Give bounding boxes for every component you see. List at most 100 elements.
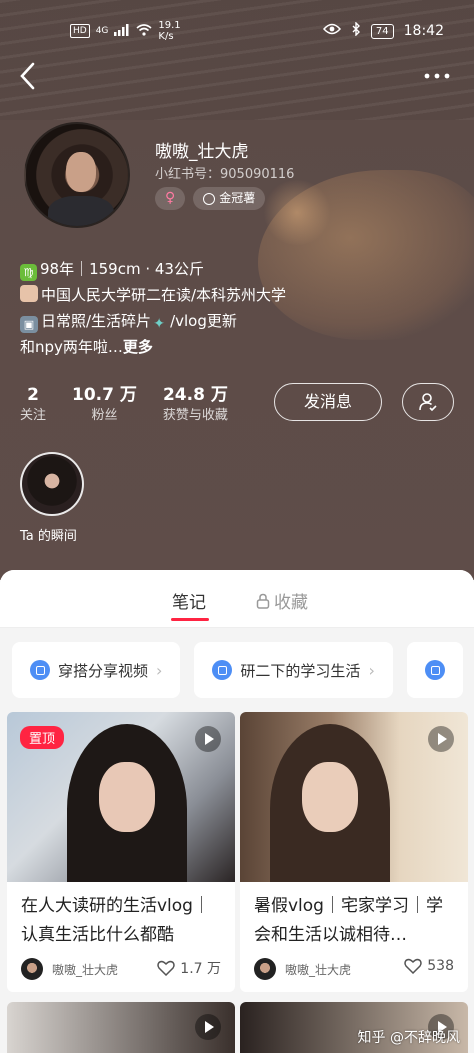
sparkle-emoji-icon: ✦ — [153, 316, 165, 332]
stat-label: 粉丝 — [91, 408, 118, 423]
heart-icon — [157, 960, 176, 976]
like-button[interactable]: 538 — [404, 958, 454, 974]
play-icon — [428, 726, 454, 752]
girl-emoji-icon — [20, 285, 38, 302]
profile-header: HD 4G 19.1 K/s 74 18:42 嗷嗷_壮大虎 小红书号：9050… — [0, 0, 474, 580]
cat-head-image — [262, 180, 332, 245]
redbook-id[interactable]: 小红书号：905090116 — [155, 163, 294, 182]
collection-icon — [424, 660, 445, 680]
profile-tags: ♀ 金冠薯 — [155, 187, 266, 210]
wifi-icon — [136, 23, 152, 39]
note-title: 在人大读研的生活vlog｜认真生活比什么都酷 — [21, 896, 210, 945]
notes-panel: 笔记 收藏 穿搭分享视频 › 研二下的学习生活 › 置顶 在人大读研的生活vlo… — [0, 570, 474, 1053]
follow-button[interactable] — [402, 383, 454, 421]
like-count: 538 — [427, 958, 454, 974]
author-avatar — [21, 958, 43, 980]
battery-icon: 74 — [370, 23, 394, 39]
profile-avatar[interactable] — [24, 122, 130, 228]
bio-line-3-text-a: 日常照/生活碎片 — [41, 312, 152, 330]
tab-collect[interactable]: 收藏 — [256, 588, 308, 613]
level-badge[interactable]: 金冠薯 — [193, 187, 266, 210]
moment-thumbnail[interactable] — [20, 452, 84, 516]
medal-icon — [203, 192, 216, 205]
bio-more-link[interactable]: 更多 — [123, 338, 153, 356]
bio-line-3: ▣ 日常照/生活碎片 ✦ /vlog更新 — [20, 308, 286, 334]
bio-line-1: ♍ 98年｜159cm · 43公斤 — [20, 256, 286, 282]
network-indicator: 4G — [95, 26, 109, 36]
stat-likes-collects[interactable]: 24.8 万 获赞与收藏 — [163, 384, 228, 426]
author-avatar — [254, 958, 276, 980]
note-cover-image — [240, 712, 468, 882]
stat-value: 24.8 万 — [162, 385, 228, 405]
hd-indicator: HD — [70, 24, 90, 38]
lock-icon — [256, 593, 270, 609]
bio-line-3-text-b: /vlog更新 — [170, 312, 237, 330]
stat-label: 获赞与收藏 — [162, 408, 228, 423]
back-button[interactable] — [18, 62, 48, 94]
stat-followers[interactable]: 10.7 万 粉丝 — [72, 384, 137, 426]
collection-item[interactable]: 研二下的学习生活 › — [194, 642, 393, 698]
avatar-body — [48, 196, 114, 226]
bluetooth-icon — [351, 21, 361, 40]
author-name: 嗷嗷_壮大虎 — [52, 963, 119, 977]
bio-line-2-text: 中国人民大学研二在读/本科苏州大学 — [41, 286, 287, 304]
stat-following[interactable]: 2 关注 — [20, 384, 46, 426]
profile-tabs: 笔记 收藏 — [0, 570, 474, 628]
note-title: 暑假vlog｜宅家学习｜学会和生活以诚相待… — [254, 896, 443, 945]
tab-notes[interactable]: 笔记 — [172, 588, 206, 613]
chevron-right-icon: › — [368, 660, 375, 680]
tab-collect-label: 收藏 — [274, 593, 308, 613]
pinned-badge: 置顶 — [20, 726, 65, 749]
collection-item[interactable]: 穿搭分享视频 › — [12, 642, 181, 698]
collection-icon — [30, 660, 50, 680]
watermark: 知乎 @不辞晚风 — [357, 1030, 460, 1046]
note-card[interactable]: 置顶 在人大读研的生活vlog｜认真生活比什么都酷 嗷嗷_壮大虎 1.7 万 — [7, 712, 235, 992]
virgo-icon: ♍ — [20, 264, 37, 281]
female-icon: ♀ — [165, 190, 176, 206]
active-tab-indicator — [171, 618, 209, 621]
user-check-icon — [419, 393, 437, 412]
moments-label: Ta 的瞬间 — [20, 529, 77, 544]
bio-line-4-text: 和npy两年啦… — [20, 338, 123, 356]
bio-line-4: 和npy两年啦…更多 — [20, 334, 286, 360]
like-count: 1.7 万 — [180, 961, 221, 977]
more-dots-icon — [424, 73, 450, 79]
speed-unit: K/s — [158, 31, 174, 42]
bio-line-2: 中国人民大学研二在读/本科苏州大学 — [20, 282, 286, 308]
network-speed: 19.1 K/s — [158, 20, 180, 42]
bio-line-1-text: 98年｜159cm · 43公斤 — [40, 260, 204, 278]
chevron-right-icon: › — [156, 660, 163, 680]
cover-face — [99, 762, 155, 832]
clock: 18:42 — [403, 23, 444, 39]
note-card[interactable]: 暑假vlog｜宅家学习｜学会和生活以诚相待… 嗷嗷_壮大虎 538 — [240, 712, 468, 992]
send-message-button[interactable]: 发消息 — [274, 383, 382, 421]
collection-icon — [212, 660, 233, 680]
note-footer: 嗷嗷_壮大虎 538 — [240, 952, 468, 992]
like-button[interactable]: 1.7 万 — [157, 958, 221, 978]
more-options-button[interactable] — [422, 66, 452, 86]
cover-face — [302, 762, 358, 832]
note-footer: 嗷嗷_壮大虎 1.7 万 — [7, 952, 235, 992]
stat-label: 关注 — [20, 408, 47, 423]
heart-icon — [404, 958, 423, 974]
badge-label: 金冠薯 — [219, 191, 256, 205]
eye-icon — [322, 23, 341, 39]
avatar-face — [66, 152, 96, 192]
stat-value: 2 — [27, 385, 39, 405]
camera-emoji-icon: ▣ — [20, 316, 38, 333]
profile-stats: 2 关注 10.7 万 粉丝 24.8 万 获赞与收藏 — [20, 384, 254, 426]
username: 嗷嗷_壮大虎 — [155, 142, 249, 162]
note-cover-image: 置顶 — [7, 712, 235, 882]
collection-label: 穿搭分享视频 — [58, 661, 149, 680]
chevron-left-icon — [20, 62, 35, 90]
collection-item[interactable] — [406, 642, 463, 698]
collection-label: 研二下的学习生活 — [240, 661, 361, 680]
gender-tag: ♀ — [155, 187, 186, 210]
play-icon — [195, 726, 221, 752]
collection-list: 穿搭分享视频 › 研二下的学习生活 › — [12, 642, 463, 698]
note-card[interactable] — [7, 1002, 235, 1053]
status-bar: HD 4G 19.1 K/s 74 18:42 — [0, 0, 474, 60]
profile-bio: ♍ 98年｜159cm · 43公斤 中国人民大学研二在读/本科苏州大学 ▣ 日常照… — [20, 256, 286, 360]
stat-value: 10.7 万 — [72, 385, 137, 405]
author-name: 嗷嗷_壮大虎 — [285, 963, 352, 977]
